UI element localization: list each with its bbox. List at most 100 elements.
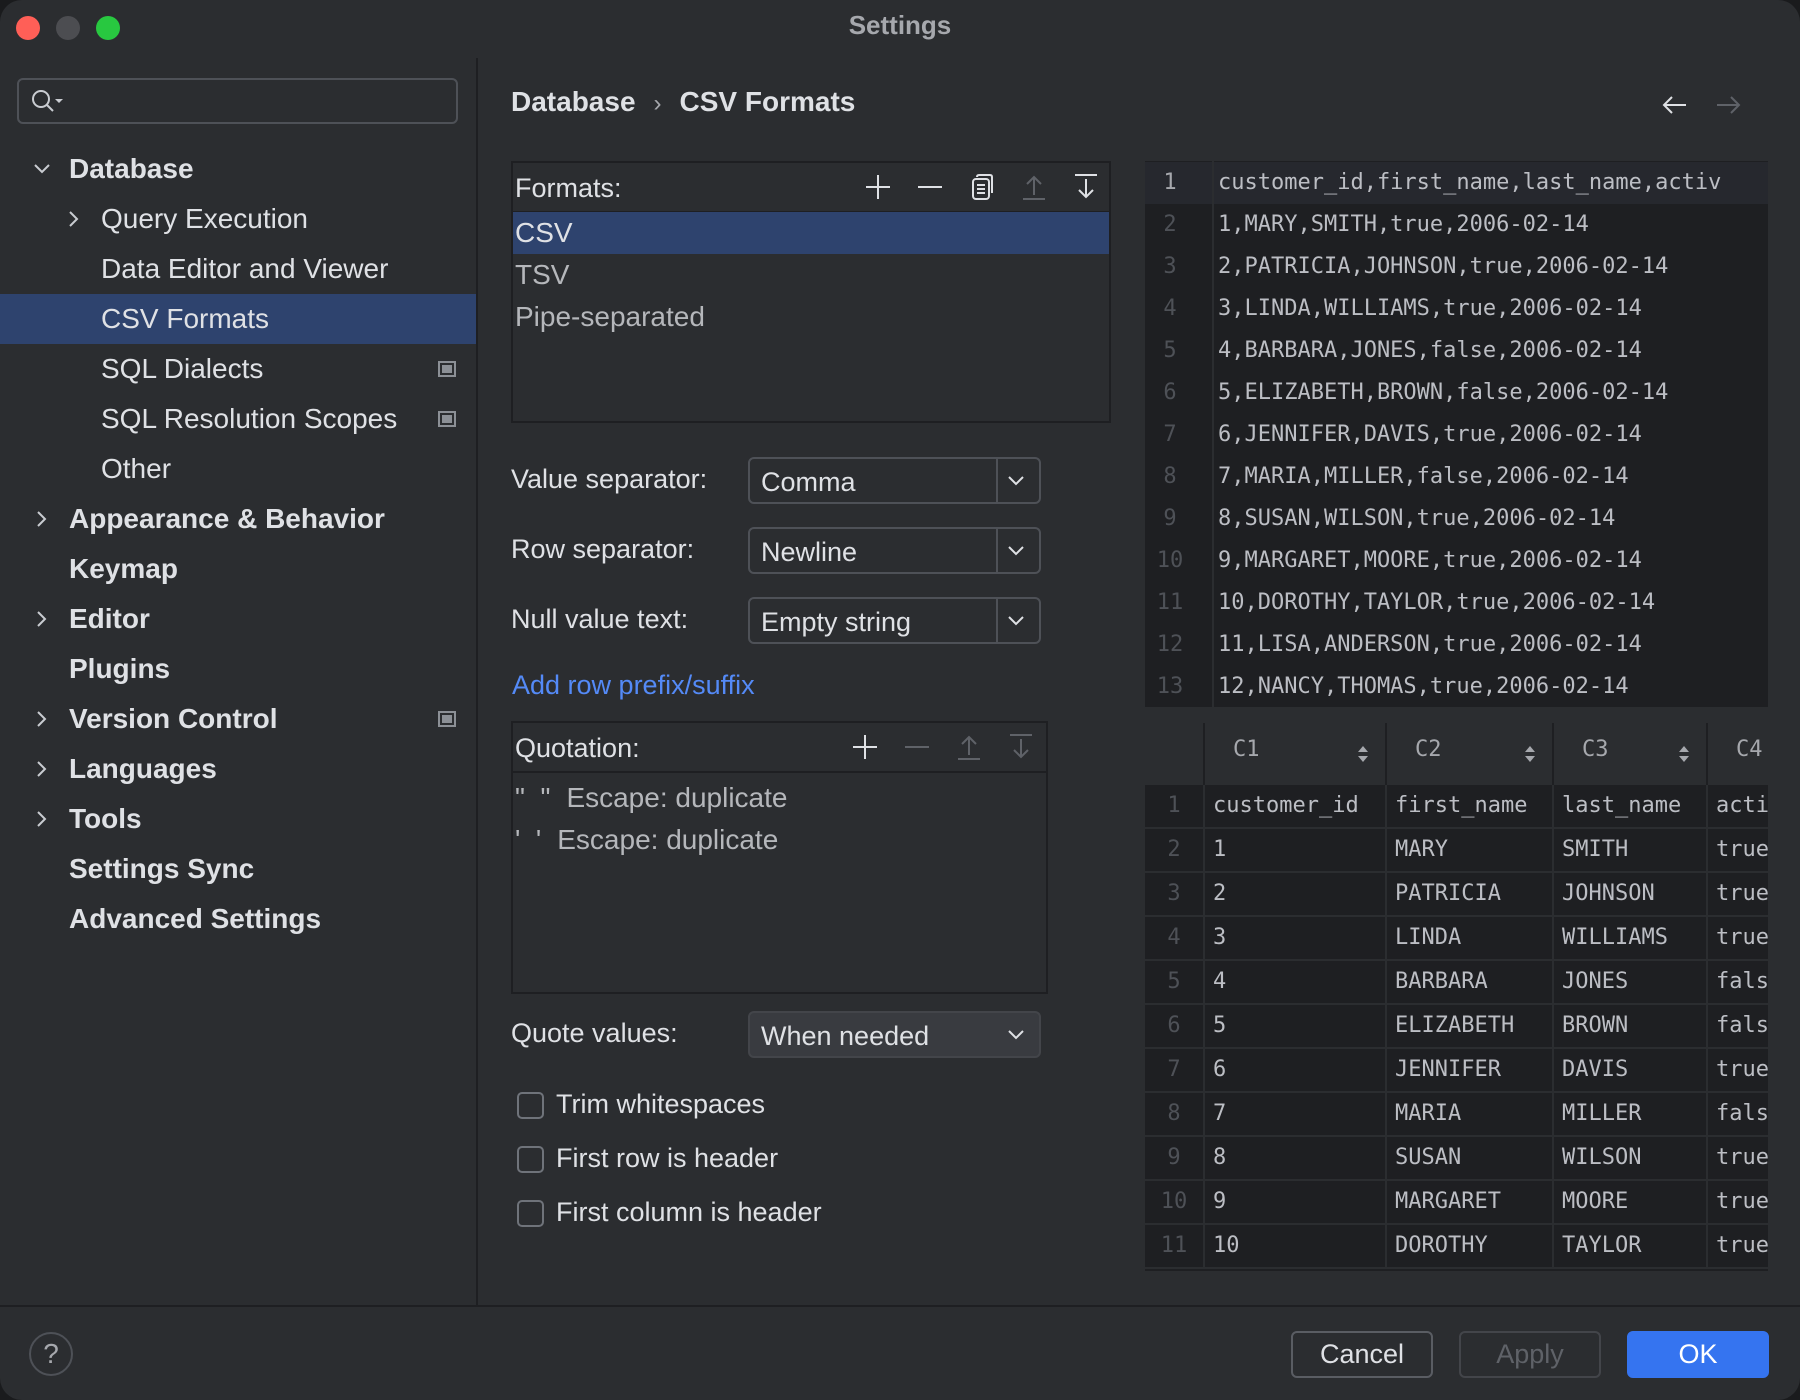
sidebar-item-csv-formats[interactable]: CSV Formats xyxy=(0,294,476,344)
table-cell[interactable]: BROWN xyxy=(1554,1005,1708,1047)
quotation-list-item[interactable]: " " Escape: duplicate xyxy=(513,777,1046,819)
move-up-arrow-icon[interactable] xyxy=(955,733,983,761)
table-cell[interactable]: MARY xyxy=(1387,829,1554,871)
table-cell[interactable]: customer_id xyxy=(1205,785,1387,827)
table-cell[interactable]: MOORE xyxy=(1554,1181,1708,1223)
sidebar-item-data-editor-and-viewer[interactable]: Data Editor and Viewer xyxy=(0,244,476,294)
checkbox-first-row-is-header[interactable] xyxy=(517,1146,544,1173)
table-cell[interactable]: 3 xyxy=(1205,917,1387,959)
table-cell[interactable]: first_name xyxy=(1387,785,1554,827)
csv-text-preview[interactable]: 1 customer_id,first_name,last_name,activ 2… xyxy=(1145,161,1768,707)
table-cell[interactable]: LINDA xyxy=(1387,917,1554,959)
table-cell[interactable]: last_name xyxy=(1554,785,1708,827)
table-cell[interactable]: 9 xyxy=(1205,1181,1387,1223)
table-cell[interactable]: 2 xyxy=(1205,873,1387,915)
sidebar-item-appearance-behavior[interactable]: Appearance & Behavior xyxy=(0,494,476,544)
sidebar-item-sql-resolution-scopes[interactable]: SQL Resolution Scopes xyxy=(0,394,476,444)
sidebar-item-other[interactable]: Other xyxy=(0,444,476,494)
chevron-down-icon[interactable] xyxy=(32,159,52,179)
table-cell[interactable]: BARBARA xyxy=(1387,961,1554,1003)
value-separator-combo[interactable]: Comma xyxy=(748,457,1041,504)
table-cell[interactable]: 6 xyxy=(1205,1049,1387,1091)
sidebar-item-keymap[interactable]: Keymap xyxy=(0,544,476,594)
table-cell[interactable]: MILLER xyxy=(1554,1093,1708,1135)
chevron-right-icon[interactable] xyxy=(32,509,52,529)
quotation-list-item[interactable]: ' ' Escape: duplicate xyxy=(513,819,1046,861)
quote-values-combo[interactable]: When needed xyxy=(748,1011,1041,1058)
table-cell[interactable]: true xyxy=(1708,829,1768,871)
table-cell[interactable]: PATRICIA xyxy=(1387,873,1554,915)
column-header-c1[interactable]: C1 xyxy=(1205,723,1387,785)
table-cell[interactable]: true xyxy=(1708,1225,1768,1267)
sidebar-item-plugins[interactable]: Plugins xyxy=(0,644,476,694)
sidebar-item-editor[interactable]: Editor xyxy=(0,594,476,644)
format-list-item[interactable]: Pipe-separated xyxy=(513,296,1109,338)
table-cell[interactable]: 1 xyxy=(1205,829,1387,871)
sidebar-item-settings-sync[interactable]: Settings Sync xyxy=(0,844,476,894)
add-row-prefix-suffix-link[interactable]: Add row prefix/suffix xyxy=(512,670,755,701)
chevron-right-icon[interactable] xyxy=(32,709,52,729)
sort-icon[interactable] xyxy=(1678,745,1690,763)
column-header-c3[interactable]: C3 xyxy=(1554,723,1708,785)
csv-table-preview[interactable]: C1 C2 C3 C4 1 customer_id first_name last_name a… xyxy=(1145,723,1768,1271)
format-list-item[interactable]: TSV xyxy=(513,254,1109,296)
table-cell[interactable]: DAVIS xyxy=(1554,1049,1708,1091)
checkbox-trim-whitespaces[interactable] xyxy=(517,1092,544,1119)
ok-button[interactable]: OK xyxy=(1627,1331,1769,1378)
table-cell[interactable]: 7 xyxy=(1205,1093,1387,1135)
table-cell[interactable]: DOROTHY xyxy=(1387,1225,1554,1267)
help-button[interactable]: ? xyxy=(29,1332,73,1376)
table-cell[interactable]: JOHNSON xyxy=(1554,873,1708,915)
chevron-right-icon[interactable] xyxy=(32,809,52,829)
sidebar-item-query-execution[interactable]: Query Execution xyxy=(0,194,476,244)
table-cell[interactable]: true xyxy=(1708,873,1768,915)
forward-arrow-icon[interactable] xyxy=(1713,90,1743,120)
table-cell[interactable]: fals xyxy=(1708,1093,1768,1135)
sidebar-item-database[interactable]: Database xyxy=(0,144,476,194)
chevron-right-icon[interactable] xyxy=(32,609,52,629)
sidebar-item-tools[interactable]: Tools xyxy=(0,794,476,844)
table-cell[interactable]: 5 xyxy=(1205,1005,1387,1047)
add-quotation-plus-icon[interactable] xyxy=(851,733,879,761)
move-up-arrow-icon[interactable] xyxy=(1020,173,1048,201)
chevron-right-icon[interactable] xyxy=(32,759,52,779)
sidebar-item-languages[interactable]: Languages xyxy=(0,744,476,794)
table-cell[interactable]: 10 xyxy=(1205,1225,1387,1267)
table-cell[interactable]: fals xyxy=(1708,961,1768,1003)
table-cell[interactable]: TAYLOR xyxy=(1554,1225,1708,1267)
table-cell[interactable]: SUSAN xyxy=(1387,1137,1554,1179)
copy-format-icon[interactable] xyxy=(968,173,996,201)
column-header-c4[interactable]: C4 xyxy=(1708,723,1768,785)
sidebar-divider[interactable] xyxy=(476,58,478,1306)
table-cell[interactable]: fals xyxy=(1708,1005,1768,1047)
move-down-arrow-icon[interactable] xyxy=(1007,733,1035,761)
breadcrumb-parent[interactable]: Database xyxy=(511,86,636,117)
table-cell[interactable]: WILLIAMS xyxy=(1554,917,1708,959)
null-value-text-combo[interactable]: Empty string xyxy=(748,597,1041,644)
table-cell[interactable]: SMITH xyxy=(1554,829,1708,871)
table-cell[interactable]: true xyxy=(1708,1137,1768,1179)
table-cell[interactable]: true xyxy=(1708,917,1768,959)
chevron-right-icon[interactable] xyxy=(64,209,84,229)
add-format-plus-icon[interactable] xyxy=(864,173,892,201)
table-cell[interactable]: 4 xyxy=(1205,961,1387,1003)
table-cell[interactable]: JENNIFER xyxy=(1387,1049,1554,1091)
table-cell[interactable]: true xyxy=(1708,1049,1768,1091)
table-cell[interactable]: WILSON xyxy=(1554,1137,1708,1179)
cancel-button[interactable]: Cancel xyxy=(1291,1331,1433,1378)
table-cell[interactable]: 8 xyxy=(1205,1137,1387,1179)
row-separator-combo[interactable]: Newline xyxy=(748,527,1041,574)
sort-icon[interactable] xyxy=(1357,745,1369,763)
move-down-arrow-icon[interactable] xyxy=(1072,173,1100,201)
sidebar-item-advanced-settings[interactable]: Advanced Settings xyxy=(0,894,476,944)
checkbox-label[interactable]: Trim whitespaces xyxy=(556,1089,765,1120)
checkbox-label[interactable]: First column is header xyxy=(556,1197,822,1228)
table-cell[interactable]: true xyxy=(1708,1181,1768,1223)
table-cell[interactable]: JONES xyxy=(1554,961,1708,1003)
format-list-item[interactable]: CSV xyxy=(513,212,1109,254)
table-cell[interactable]: MARIA xyxy=(1387,1093,1554,1135)
checkbox-first-column-is-header[interactable] xyxy=(517,1200,544,1227)
sort-icon[interactable] xyxy=(1524,745,1536,763)
back-arrow-icon[interactable] xyxy=(1660,90,1690,120)
table-cell[interactable]: ELIZABETH xyxy=(1387,1005,1554,1047)
